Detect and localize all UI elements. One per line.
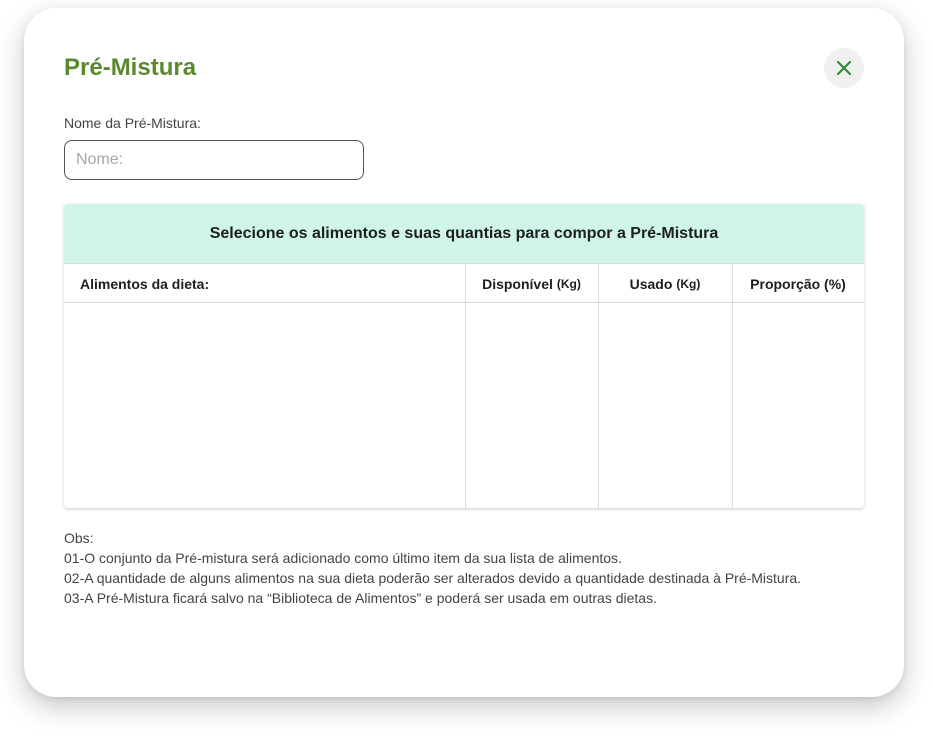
column-header-available-label: Disponível [482, 276, 553, 292]
pre-mistura-modal: Pré-Mistura Nome da Pré-Mistura: Selecio… [24, 8, 904, 697]
note-line: 01-O conjunto da Pré-mistura será adicio… [64, 550, 622, 566]
table-body [64, 303, 864, 508]
name-field-label: Nome da Pré-Mistura: [64, 115, 201, 131]
close-button[interactable] [824, 48, 864, 88]
column-header-used: Usado (Kg) [598, 264, 732, 304]
column-header-used-unit: (Kg) [676, 277, 701, 291]
column-header-available-unit: (Kg) [556, 277, 581, 291]
modal-title: Pré-Mistura [64, 54, 197, 81]
notes-title: Obs: [64, 530, 94, 546]
column-header-foods-label: Alimentos da dieta: [80, 276, 210, 292]
column-header-foods: Alimentos da dieta: [64, 264, 465, 304]
column-header-proportion: Proporção (%) [732, 264, 864, 304]
note-line: 02-A quantidade de alguns alimentos na s… [64, 570, 802, 586]
column-header-proportion-label: Proporção (%) [750, 276, 846, 292]
note-line: 03-A Pré-Mistura ficará salvo na “Biblio… [64, 590, 657, 606]
column-header-available: Disponível (Kg) [465, 264, 598, 304]
notes-section: Obs: 01-O conjunto da Pré-mistura será a… [64, 528, 801, 608]
table-header: Selecione os alimentos e suas quantias p… [64, 204, 864, 263]
column-header-used-label: Usado [629, 276, 673, 292]
food-selection-table: Selecione os alimentos e suas quantias p… [64, 204, 864, 508]
name-input[interactable] [64, 140, 364, 180]
close-icon [836, 60, 852, 76]
table-column-headers: Alimentos da dieta: Disponível (Kg) Usad… [64, 263, 864, 303]
